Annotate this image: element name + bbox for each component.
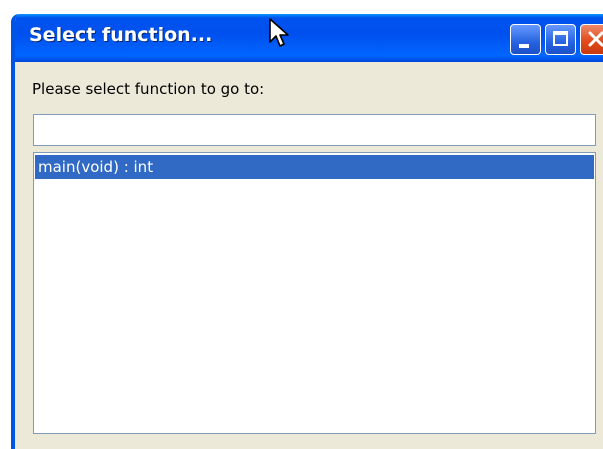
minimize-icon [519, 44, 529, 48]
function-list[interactable]: main(void) : int [33, 152, 596, 434]
mouse-pointer-icon [269, 18, 289, 47]
select-function-dialog: Select function... Please select functio… [11, 14, 603, 449]
window-title: Select function... [29, 24, 213, 46]
minimize-button[interactable] [510, 24, 541, 55]
maximize-button[interactable] [545, 24, 576, 55]
title-bar[interactable]: Select function... [15, 14, 603, 62]
maximize-icon [553, 31, 568, 46]
close-icon [588, 31, 603, 47]
select-function-prompt: Please select function to go to: [32, 80, 265, 98]
function-filter-input[interactable] [33, 114, 596, 146]
function-list-item[interactable]: main(void) : int [35, 155, 594, 179]
close-button[interactable] [580, 24, 603, 55]
